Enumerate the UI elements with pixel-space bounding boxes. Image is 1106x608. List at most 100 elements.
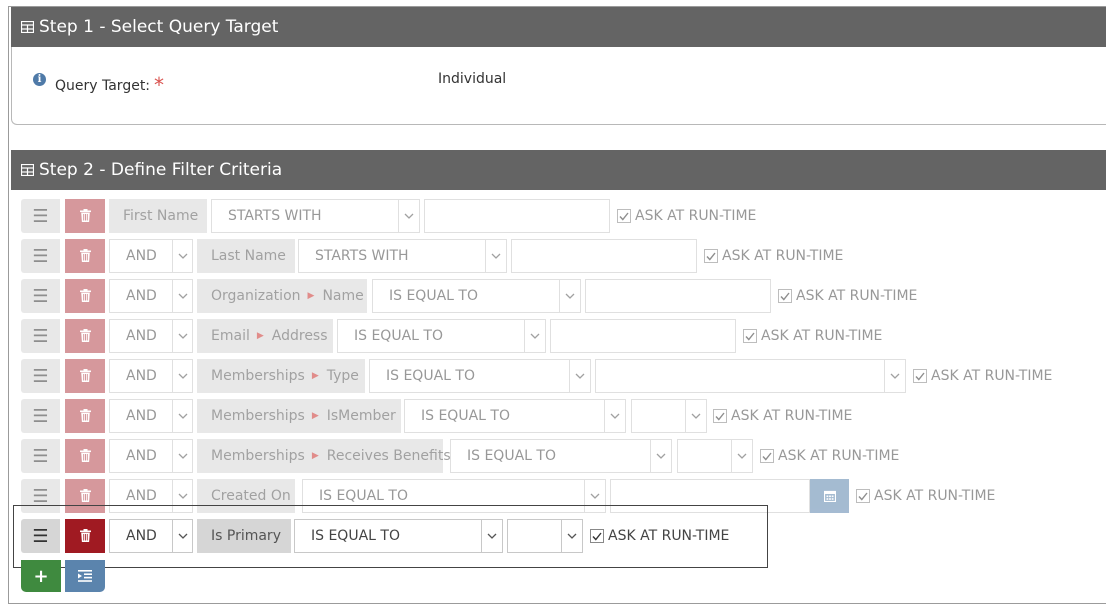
checkbox[interactable] [704,249,718,263]
drag-handle[interactable]: ☰ [21,399,60,433]
value-select[interactable] [677,439,753,473]
field-part: Memberships [211,368,305,384]
checkbox[interactable] [617,209,631,223]
field-label[interactable]: Memberships ▶ IsMember [197,399,401,433]
drag-handle[interactable]: ☰ [21,319,60,353]
chevron-down-icon [172,280,192,312]
delete-row-button[interactable] [65,399,105,433]
ask-at-runtime-checkbox[interactable]: ASK AT RUN-TIME [713,399,852,433]
logic-value: AND [126,248,157,264]
trash-icon [79,487,91,506]
checkbox[interactable] [760,449,774,463]
ask-at-runtime-checkbox[interactable]: ASK AT RUN-TIME [743,319,882,353]
checkbox[interactable] [713,409,727,423]
chevron-down-icon [485,240,506,272]
field-label[interactable]: First Name [109,199,207,233]
calendar-button[interactable] [810,479,849,513]
field-label[interactable]: Memberships ▶ Receives Benefits [197,439,451,473]
caret-right-icon: ▶ [256,331,264,341]
logic-value: AND [126,288,157,304]
query-target-value[interactable]: Individual [438,71,506,87]
table-icon [21,21,34,33]
ask-at-runtime-label: ASK AT RUN-TIME [778,448,900,464]
operator-value: IS EQUAL TO [354,328,443,344]
chevron-down-icon [685,400,706,432]
ask-at-runtime-checkbox[interactable]: ASK AT RUN-TIME [704,239,843,273]
checkbox[interactable] [913,369,927,383]
chevron-down-icon [650,440,671,472]
ask-at-runtime-checkbox[interactable]: ASK AT RUN-TIME [778,279,917,313]
hamburger-icon: ☰ [32,445,49,467]
logic-select[interactable]: AND [109,399,193,433]
field-part: Name [322,288,364,304]
operator-value: IS EQUAL TO [389,288,478,304]
query-target-label: Query Target: * [55,73,165,97]
field-label[interactable]: Organization ▶ Name [197,279,367,313]
operator-select[interactable]: STARTS WITH [211,199,420,233]
field-part: Memberships [211,448,305,464]
add-group-button[interactable] [65,560,105,592]
logic-select[interactable]: AND [109,359,193,393]
ask-at-runtime-label: ASK AT RUN-TIME [931,368,1053,384]
filter-row: ☰ AND Memberships ▶ Type IS EQUAL TO ASK AT RU… [0,359,1106,393]
delete-row-button[interactable] [65,319,105,353]
ask-at-runtime-checkbox[interactable]: ASK AT RUN-TIME [617,199,756,233]
field-part: First Name [123,208,199,224]
drag-handle[interactable]: ☰ [21,439,60,473]
operator-select[interactable]: IS EQUAL TO [369,359,591,393]
value-input[interactable] [511,239,697,273]
step2-title: Step 2 - Define Filter Criteria [39,160,283,180]
field-part: Memberships [211,408,305,424]
operator-value: IS EQUAL TO [467,448,556,464]
drag-handle[interactable]: ☰ [21,359,60,393]
operator-select[interactable]: IS EQUAL TO [372,279,581,313]
delete-row-button[interactable] [65,439,105,473]
value-input[interactable] [550,319,736,353]
drag-handle[interactable]: ☰ [21,199,60,233]
delete-row-button[interactable] [65,279,105,313]
drag-handle[interactable]: ☰ [21,279,60,313]
operator-select[interactable]: STARTS WITH [298,239,507,273]
chevron-down-icon [172,440,192,472]
value-select[interactable] [631,399,707,433]
operator-select[interactable]: IS EQUAL TO [404,399,626,433]
step1-header[interactable]: Step 1 - Select Query Target [11,7,1106,47]
selected-row-outline [13,505,768,568]
chevron-down-icon [884,360,905,392]
field-label[interactable]: Email ▶ Address [197,319,333,353]
field-label[interactable]: Last Name [197,239,295,273]
logic-select[interactable]: AND [109,439,193,473]
field-part: Created On [211,488,291,504]
checkbox[interactable] [743,329,757,343]
logic-select[interactable]: AND [109,319,193,353]
logic-select[interactable]: AND [109,279,193,313]
caret-right-icon: ▶ [307,291,315,301]
chevron-down-icon [172,240,192,272]
checkbox[interactable] [778,289,792,303]
drag-handle[interactable]: ☰ [21,239,60,273]
delete-row-button[interactable] [65,359,105,393]
step1-body: i Query Target: * Individual [11,47,1106,125]
checkbox[interactable] [856,489,870,503]
delete-row-button[interactable] [65,239,105,273]
value-input[interactable] [585,279,771,313]
logic-select[interactable]: AND [109,239,193,273]
operator-select[interactable]: IS EQUAL TO [450,439,672,473]
info-icon[interactable]: i [33,73,46,86]
operator-value: IS EQUAL TO [319,488,408,504]
add-criteria-button[interactable]: + [21,560,61,592]
field-label[interactable]: Memberships ▶ Type [197,359,365,393]
value-input[interactable] [424,199,610,233]
trash-icon [79,207,91,226]
caret-right-icon: ▶ [311,411,319,421]
step2-header[interactable]: Step 2 - Define Filter Criteria [11,150,1106,190]
ask-at-runtime-checkbox[interactable]: ASK AT RUN-TIME [760,439,899,473]
ask-at-runtime-label: ASK AT RUN-TIME [796,288,918,304]
ask-at-runtime-checkbox[interactable]: ASK AT RUN-TIME [856,479,995,513]
delete-row-button[interactable] [65,199,105,233]
operator-select[interactable]: IS EQUAL TO [337,319,546,353]
hamburger-icon: ☰ [32,365,49,387]
chevron-down-icon [524,320,545,352]
ask-at-runtime-checkbox[interactable]: ASK AT RUN-TIME [913,359,1052,393]
value-select[interactable] [595,359,906,393]
